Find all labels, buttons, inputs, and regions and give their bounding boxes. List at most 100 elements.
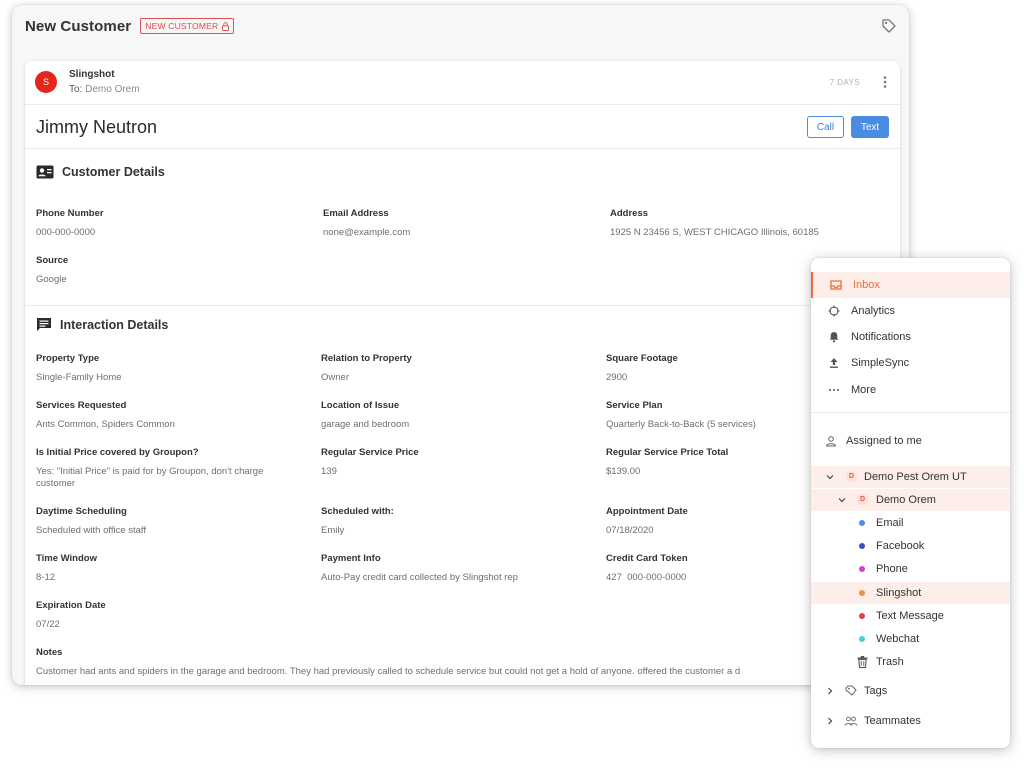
tags-label: Tags (864, 685, 888, 697)
chevron-down-icon[interactable] (826, 473, 834, 481)
channel-label: Facebook (876, 540, 925, 552)
field-daytime-scheduling: Daytime Scheduling Scheduled with office… (36, 506, 146, 537)
field-label: Email Address (323, 208, 389, 219)
channel-dot (859, 590, 865, 596)
field-label: Daytime Scheduling (36, 506, 127, 517)
panel-divider (811, 412, 1010, 413)
channel-item-facebook[interactable]: Facebook (811, 535, 1010, 557)
field-notes: Notes Customer had ants and spiders in t… (36, 647, 740, 678)
field-value: 427 000-000-0000 (606, 572, 687, 583)
nav-item-simplesync[interactable]: SimpleSync (811, 350, 1010, 376)
field-value: none@example.com (323, 227, 411, 238)
channel-dot (859, 636, 865, 642)
sender-name: Slingshot (69, 69, 115, 80)
contact-name: Jimmy Neutron (36, 117, 158, 137)
tree-item-location[interactable]: D Demo Orem (811, 489, 1010, 511)
more-vertical-icon[interactable] (882, 75, 888, 89)
assigned-to-me-item[interactable]: Assigned to me (811, 430, 1010, 452)
field-value: Google (36, 274, 67, 285)
field-value: Customer had ants and spiders in the gar… (36, 666, 741, 677)
message-sender-row: S Slingshot To: Demo Orem 7 DAYS (25, 61, 900, 105)
field-label: Credit Card Token (606, 553, 688, 564)
channel-item-text-message[interactable]: Text Message (811, 605, 1010, 627)
nav-label: Notifications (851, 331, 911, 343)
field-value: 07/18/2020 (606, 525, 654, 536)
field-label: Property Type (36, 353, 100, 364)
channel-dot (859, 613, 865, 619)
field-value: Single-Family Home (36, 372, 122, 383)
field-phone-number: Phone Number 000-000-0000 (36, 208, 104, 239)
teammates-item[interactable]: Teammates (811, 710, 1010, 732)
channel-label: Text Message (876, 610, 944, 622)
field-label: Appointment Date (606, 506, 688, 517)
trash-item[interactable]: Trash (811, 651, 1010, 673)
teammates-label: Teammates (864, 715, 921, 727)
lock-icon (222, 21, 230, 31)
field-source: Source Google (36, 255, 68, 286)
field-value: $139.00 (606, 466, 641, 477)
call-button[interactable]: Call (807, 116, 844, 138)
field-email-address: Email Address none@example.com (323, 208, 410, 239)
field-value: Emily (321, 525, 345, 536)
field-label: Scheduled with: (321, 506, 394, 517)
field-value: Yes: "Initial Price" is paid for by Grou… (36, 466, 264, 489)
field-value: 2900 (606, 372, 628, 383)
contact-card-icon (36, 165, 54, 179)
field-service-plan: Service Plan Quarterly Back-to-Back (5 s… (606, 400, 756, 431)
trash-label: Trash (876, 656, 904, 668)
field-label: Source (36, 255, 69, 266)
field-appointment-date: Appointment Date 07/18/2020 (606, 506, 688, 537)
location-label: Demo Orem (876, 494, 936, 506)
field-value: 07/22 (36, 619, 60, 630)
nav-item-inbox[interactable]: Inbox (811, 272, 1010, 298)
field-label: Relation to Property (321, 353, 412, 364)
channel-item-webchat[interactable]: Webchat (811, 628, 1010, 650)
location-avatar: D (857, 494, 868, 505)
channel-item-phone[interactable]: Phone (811, 558, 1010, 580)
field-credit-card-token: Credit Card Token 427 000-000-0000 (606, 553, 688, 584)
tag-icon (845, 685, 857, 696)
interaction-details-title: Interaction Details (60, 317, 169, 332)
nav-item-analytics[interactable]: Analytics (811, 298, 1010, 324)
field-value: Owner (321, 372, 349, 383)
field-label: Expiration Date (36, 600, 106, 611)
status-badge[interactable]: NEW CUSTOMER (140, 18, 235, 34)
conversation-card: New Customer NEW CUSTOMER S Slingshot To… (12, 5, 909, 685)
chevron-right-icon[interactable] (826, 717, 834, 725)
chevron-down-icon[interactable] (838, 496, 846, 504)
text-button[interactable]: Text (851, 116, 889, 138)
field-label: Service Plan (606, 400, 663, 411)
message-card: S Slingshot To: Demo Orem 7 DAYS Jimmy N… (25, 61, 900, 685)
channel-dot (859, 520, 865, 526)
channel-item-email[interactable]: Email (811, 512, 1010, 534)
field-address: Address 1925 N 23456 S, WEST CHICAGO Ill… (610, 208, 819, 239)
analytics-icon (828, 305, 840, 317)
nav-label: Inbox (853, 279, 880, 291)
field-square-footage: Square Footage 2900 (606, 353, 678, 384)
tree-item-organization[interactable]: D Demo Pest Orem UT (811, 466, 1010, 488)
page-title: New Customer (25, 17, 132, 35)
channel-dot (859, 566, 865, 572)
channel-label: Slingshot (876, 587, 922, 599)
chevron-right-icon[interactable] (826, 687, 834, 695)
nav-item-more[interactable]: More (811, 377, 1010, 403)
channel-item-slingshot[interactable]: Slingshot (811, 582, 1010, 604)
org-avatar: D (846, 471, 857, 482)
interaction-details-heading: Interaction Details (36, 317, 168, 332)
person-icon (825, 436, 837, 447)
tag-icon[interactable] (881, 18, 897, 34)
people-icon (844, 716, 858, 726)
navigation-panel: Inbox Analytics Notifications SimpleSync… (811, 258, 1010, 748)
field-payment-info: Payment Info Auto-Pay credit card collec… (321, 553, 518, 584)
field-label: Services Requested (36, 400, 127, 411)
tags-item[interactable]: Tags (811, 680, 1010, 702)
field-regular-service-price-total: Regular Service Price Total $139.00 (606, 447, 728, 478)
avatar: S (35, 71, 57, 93)
nav-item-notifications[interactable]: Notifications (811, 324, 1010, 350)
channel-label: Webchat (876, 633, 920, 645)
field-label: Location of Issue (321, 400, 400, 411)
recipient-label: To: (69, 84, 83, 95)
field-value: garage and bedroom (321, 419, 410, 430)
field-property-type: Property Type Single-Family Home (36, 353, 122, 384)
field-value: 8-12 (36, 572, 56, 583)
